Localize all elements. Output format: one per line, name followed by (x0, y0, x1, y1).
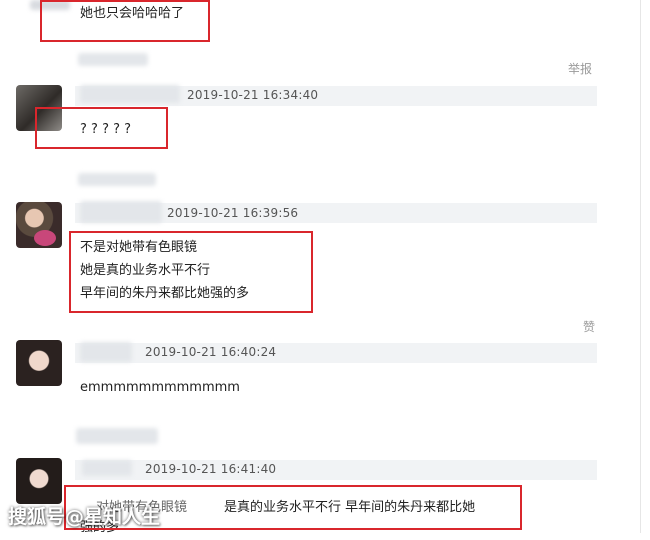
right-border (640, 0, 641, 533)
watermark: 搜狐号@星知人生 (8, 506, 161, 528)
highlight-box (35, 107, 168, 149)
timestamp: 2019-10-21 16:34:40 (187, 88, 319, 102)
avatar[interactable] (16, 458, 62, 504)
like-link[interactable]: 赞 (583, 318, 595, 335)
avatar[interactable] (16, 202, 62, 248)
report-link[interactable]: 举报 (568, 60, 592, 77)
timestamp: 2019-10-21 16:40:24 (145, 345, 277, 359)
username-blurred (76, 428, 158, 444)
comment-2: 2019-10-21 16:39:56 不是对她带有色眼镜 她是真的业务水平不行… (0, 170, 650, 320)
comment-0: 她也只会哈哈哈了 (0, 0, 650, 44)
timestamp: 2019-10-21 16:39:56 (167, 206, 299, 220)
username-blurred (78, 173, 156, 186)
highlight-box (69, 231, 313, 313)
username-blurred (82, 460, 132, 476)
username-blurred (80, 342, 132, 362)
username-blurred (80, 201, 162, 223)
comment-text: emmmmmmmmmmmm (80, 380, 240, 395)
comment-1: 举报 2019-10-21 16:34:40 ? ? ? ? ? (0, 50, 650, 160)
username-blurred (80, 85, 180, 103)
timestamp: 2019-10-21 16:41:40 (145, 462, 277, 476)
highlight-box (40, 0, 210, 42)
username-blurred (78, 53, 148, 66)
avatar[interactable] (16, 340, 62, 386)
comment-3: 赞 2019-10-21 16:40:24 emmmmmmmmmmmm (0, 318, 650, 408)
avatar-detail (34, 230, 56, 246)
